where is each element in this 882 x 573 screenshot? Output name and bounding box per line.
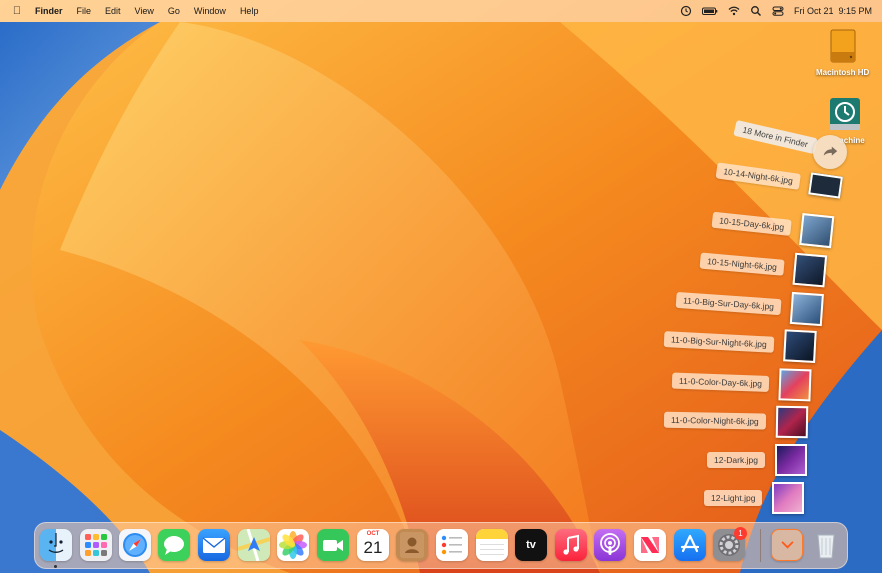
trash-icon[interactable] (810, 529, 842, 561)
battery-icon[interactable] (701, 5, 718, 17)
stack-item-label: 11-0-Big-Sur-Night-6k.jpg (663, 331, 775, 353)
music-icon[interactable] (555, 529, 587, 561)
menu-help[interactable]: Help (233, 6, 266, 16)
menu-bar:  Finder File Edit View Go Window Help F… (0, 0, 882, 22)
dock-separator (760, 529, 761, 562)
finder-running-indicator (54, 565, 57, 568)
stack-item-label: 11-0-Big-Sur-Day-6k.jpg (675, 291, 782, 316)
stack-item[interactable]: 11-0-Color-Day-6k.jpg (671, 365, 812, 402)
facetime-icon[interactable] (317, 529, 349, 561)
stack-item-label: 12-Dark.jpg (707, 452, 765, 468)
photos-icon[interactable] (277, 529, 309, 561)
stack-item-label: 11-0-Color-Day-6k.jpg (671, 372, 770, 392)
notes-icon[interactable] (476, 529, 508, 561)
finder-icon[interactable] (40, 529, 72, 561)
menu-go[interactable]: Go (161, 6, 187, 16)
settings-notification-badge: 1 (734, 527, 747, 540)
search-icon[interactable] (750, 5, 762, 17)
calendar-month: OCT (366, 531, 380, 537)
stack-item[interactable]: 12-Light.jpg (704, 482, 805, 514)
desktop-icon-label: Macintosh HD (816, 68, 870, 77)
app-store-icon[interactable] (674, 529, 706, 561)
safari-icon[interactable] (119, 529, 151, 561)
reminders-icon[interactable] (436, 529, 468, 561)
menu-window[interactable]: Window (187, 6, 233, 16)
stack-item-thumbnail (789, 291, 824, 327)
clock-icon[interactable] (680, 5, 692, 17)
stack-item-thumbnail (799, 213, 835, 249)
wifi-icon[interactable] (728, 5, 740, 17)
stack-item[interactable]: 12-Dark.jpg (707, 444, 807, 476)
stack-item-label: 10-15-Day-6k.jpg (711, 211, 792, 236)
menu-clock[interactable]: Fri Oct 21 9:15 PM (794, 6, 872, 16)
stack-item-thumbnail (772, 482, 805, 514)
messages-icon[interactable] (158, 529, 190, 561)
stack-item-thumbnail (774, 444, 807, 476)
tv-label: tv (526, 539, 536, 551)
news-icon[interactable] (634, 529, 666, 561)
stack-item-thumbnail (808, 172, 843, 199)
mail-icon[interactable] (198, 529, 230, 561)
stack-item[interactable]: 11-0-Color-Night-6k.jpg (663, 404, 808, 439)
podcasts-icon[interactable] (594, 529, 626, 561)
stack-item-label: 11-0-Color-Night-6k.jpg (663, 411, 766, 430)
stack-item-thumbnail (792, 252, 828, 288)
desktop-icon-label: achine (839, 136, 865, 145)
menu-file[interactable]: File (70, 6, 99, 16)
menu-edit[interactable]: Edit (98, 6, 128, 16)
contacts-icon[interactable] (396, 529, 428, 561)
control-center-icon[interactable] (772, 5, 784, 17)
apple-menu-icon[interactable]:  (6, 5, 28, 17)
launchpad-icon[interactable] (80, 529, 112, 561)
desktop-icon-macintosh-hd[interactable]: Macintosh HD (816, 28, 869, 77)
downloads-stack-icon[interactable] (771, 529, 803, 561)
menu-app-name[interactable]: Finder (28, 6, 70, 16)
stack-item-label: 10-15-Night-6k.jpg (699, 252, 785, 276)
maps-icon[interactable] (238, 529, 270, 561)
tv-icon[interactable]: tv (515, 529, 547, 561)
calendar-day: 21 (363, 538, 383, 557)
stack-item-label: 12-Light.jpg (704, 490, 763, 506)
desktop-icon-time-machine[interactable]: achine (825, 96, 865, 145)
stack-item-thumbnail (775, 405, 808, 439)
stack-item-thumbnail (782, 329, 817, 363)
calendar-icon[interactable]: OCT 21 (357, 529, 389, 561)
stack-item-thumbnail (778, 368, 812, 402)
time-machine-icon (825, 96, 865, 134)
menu-view[interactable]: View (128, 6, 161, 16)
hard-drive-icon (823, 28, 863, 66)
